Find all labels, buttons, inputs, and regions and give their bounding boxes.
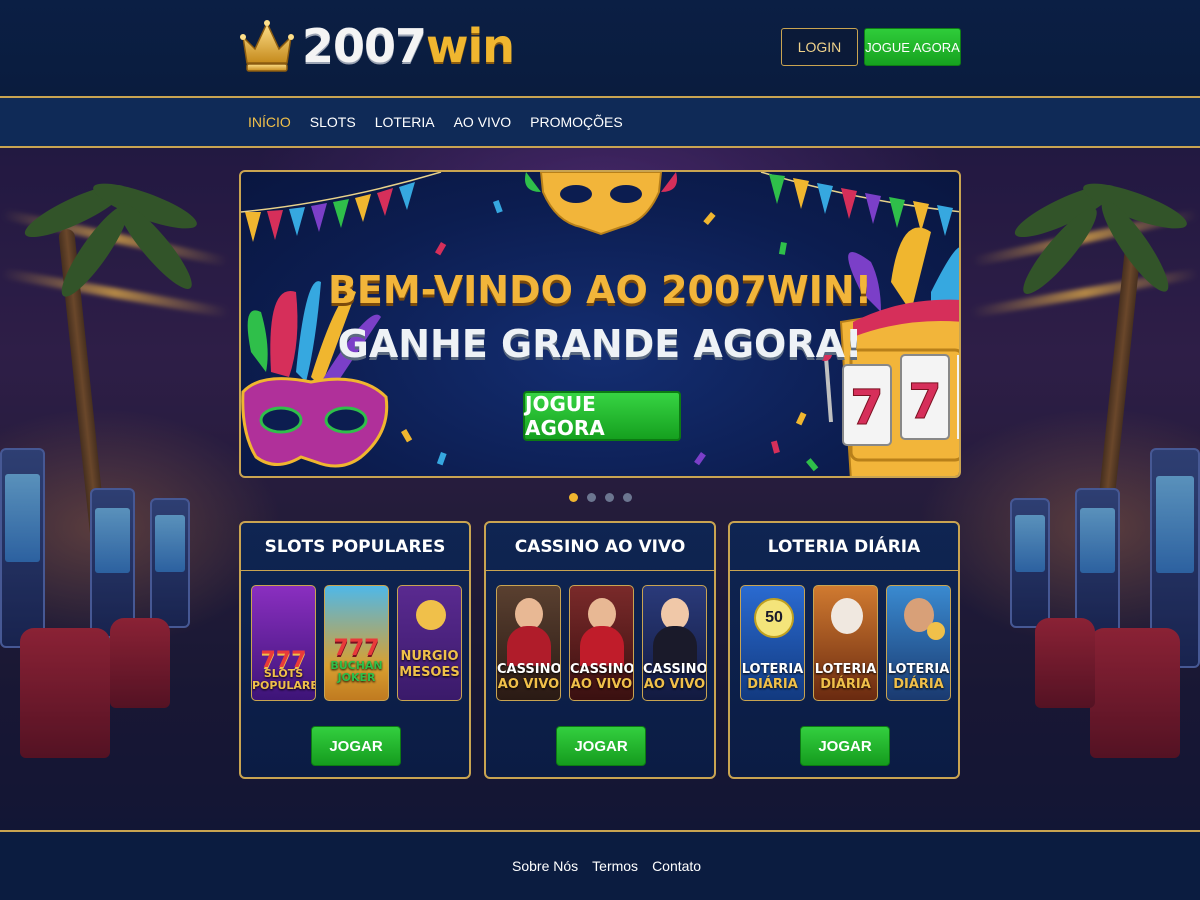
mask-top-icon: [525, 172, 677, 236]
site-logo[interactable]: 2007win: [238, 16, 515, 76]
tile-title: CASSINO AO VIVO: [497, 662, 561, 692]
login-button[interactable]: LOGIN: [781, 28, 858, 66]
header-play-now-button[interactable]: JOGUE AGORA: [864, 28, 961, 66]
tile-title: LOTERIA DIÁRIA: [741, 662, 804, 692]
tile-subtitle: MESOES: [399, 665, 460, 680]
game-tile-slots-populares[interactable]: 777 SLOTS POPULARES: [251, 585, 316, 701]
game-tile-loteria-3[interactable]: LOTERIA DIÁRIA: [886, 585, 951, 701]
nav-item-ao-vivo[interactable]: AO VIVO: [454, 114, 512, 130]
card-cassino-ao-vivo: CASSINO AO VIVO CASSINO AO VIVO CASSINO AO…: [484, 521, 716, 779]
footer-link-sobre-nos[interactable]: Sobre Nós: [512, 858, 578, 874]
logo-number: 2007: [302, 19, 427, 73]
banner-headline: BEM-VINDO AO 2007WIN!: [327, 268, 873, 312]
game-tile-loteria-1[interactable]: 50 LOTERIA DIÁRIA: [740, 585, 805, 701]
lottery-ball-icon: 50: [754, 598, 794, 638]
card-title: CASSINO AO VIVO: [486, 523, 714, 571]
tile-title: 777: [333, 636, 380, 661]
zeus-avatar: [831, 598, 863, 634]
nav-item-promocoes[interactable]: PROMOÇÕES: [530, 114, 623, 130]
play-button[interactable]: JOGAR: [800, 726, 890, 766]
nav-item-loteria[interactable]: LOTERIA: [375, 114, 435, 130]
card-slots-populares: SLOTS POPULARES 777 SLOTS POPULARES 777 …: [239, 521, 471, 779]
banner-play-now-button[interactable]: JOGUE AGORA: [523, 391, 681, 441]
carousel-indicator: [569, 493, 632, 502]
nav-item-slots[interactable]: SLOTS: [310, 114, 356, 130]
coin-icon: [416, 600, 446, 630]
nav-item-inicio[interactable]: INÍCIO: [248, 114, 291, 130]
game-tile-live-dealer-2[interactable]: CASSINO AO VIVO: [569, 585, 634, 701]
carousel-dot-2[interactable]: [587, 493, 596, 502]
tile-title: LOTERIA DIÁRIA: [887, 662, 950, 692]
slot-reel-middle: 7: [908, 374, 941, 430]
tile-title: LOTERIA DIÁRIA: [814, 662, 877, 692]
footer-link-contato[interactable]: Contato: [652, 858, 701, 874]
banner-subheadline: GANHE GRANDE AGORA!: [337, 322, 863, 366]
logo-suffix: win: [426, 19, 515, 73]
main-nav: INÍCIO SLOTS LOTERIA AO VIVO PROMOÇÕES: [0, 96, 1200, 148]
card-title: SLOTS POPULARES: [241, 523, 469, 571]
footer-link-termos[interactable]: Termos: [592, 858, 638, 874]
game-tile-buchan-joker[interactable]: 777 BUCHAN JOKER: [324, 585, 389, 701]
logo-wordmark: 2007win: [302, 23, 515, 69]
coin-icon: [927, 622, 945, 640]
game-tile-live-dealer-3[interactable]: CASSINO AO VIVO: [642, 585, 707, 701]
game-tile-nurgio-mesoes[interactable]: NURGIO MESOES: [397, 585, 462, 701]
slot-reel-left: 7: [850, 380, 883, 436]
tile-title: NURGIO: [400, 649, 459, 664]
tile-title: CASSINO AO VIVO: [570, 662, 634, 692]
play-button[interactable]: JOGAR: [556, 726, 646, 766]
site-header: 2007win LOGIN JOGUE AGORA: [0, 0, 1200, 96]
tile-subtitle: SLOTS POPULARES: [252, 667, 315, 692]
site-footer: Sobre Nós Termos Contato: [0, 830, 1200, 900]
tile-subtitle: BUCHAN JOKER: [330, 659, 383, 684]
card-title: LOTERIA DIÁRIA: [730, 523, 958, 571]
tile-title: CASSINO AO VIVO: [643, 662, 707, 692]
carousel-dot-4[interactable]: [623, 493, 632, 502]
play-button[interactable]: JOGAR: [311, 726, 401, 766]
game-tile-live-dealer-1[interactable]: CASSINO AO VIVO: [496, 585, 561, 701]
game-tile-loteria-2[interactable]: LOTERIA DIÁRIA: [813, 585, 878, 701]
card-loteria-diaria: LOTERIA DIÁRIA 50 LOTERIA DIÁRIA LOTERIA D…: [728, 521, 960, 779]
crown-icon: [240, 20, 294, 72]
hero-banner: 7 7 BEM-VINDO AO 2007WIN! GANHE GRANDE A…: [239, 170, 961, 478]
carousel-dot-3[interactable]: [605, 493, 614, 502]
carousel-dot-1[interactable]: [569, 493, 578, 502]
